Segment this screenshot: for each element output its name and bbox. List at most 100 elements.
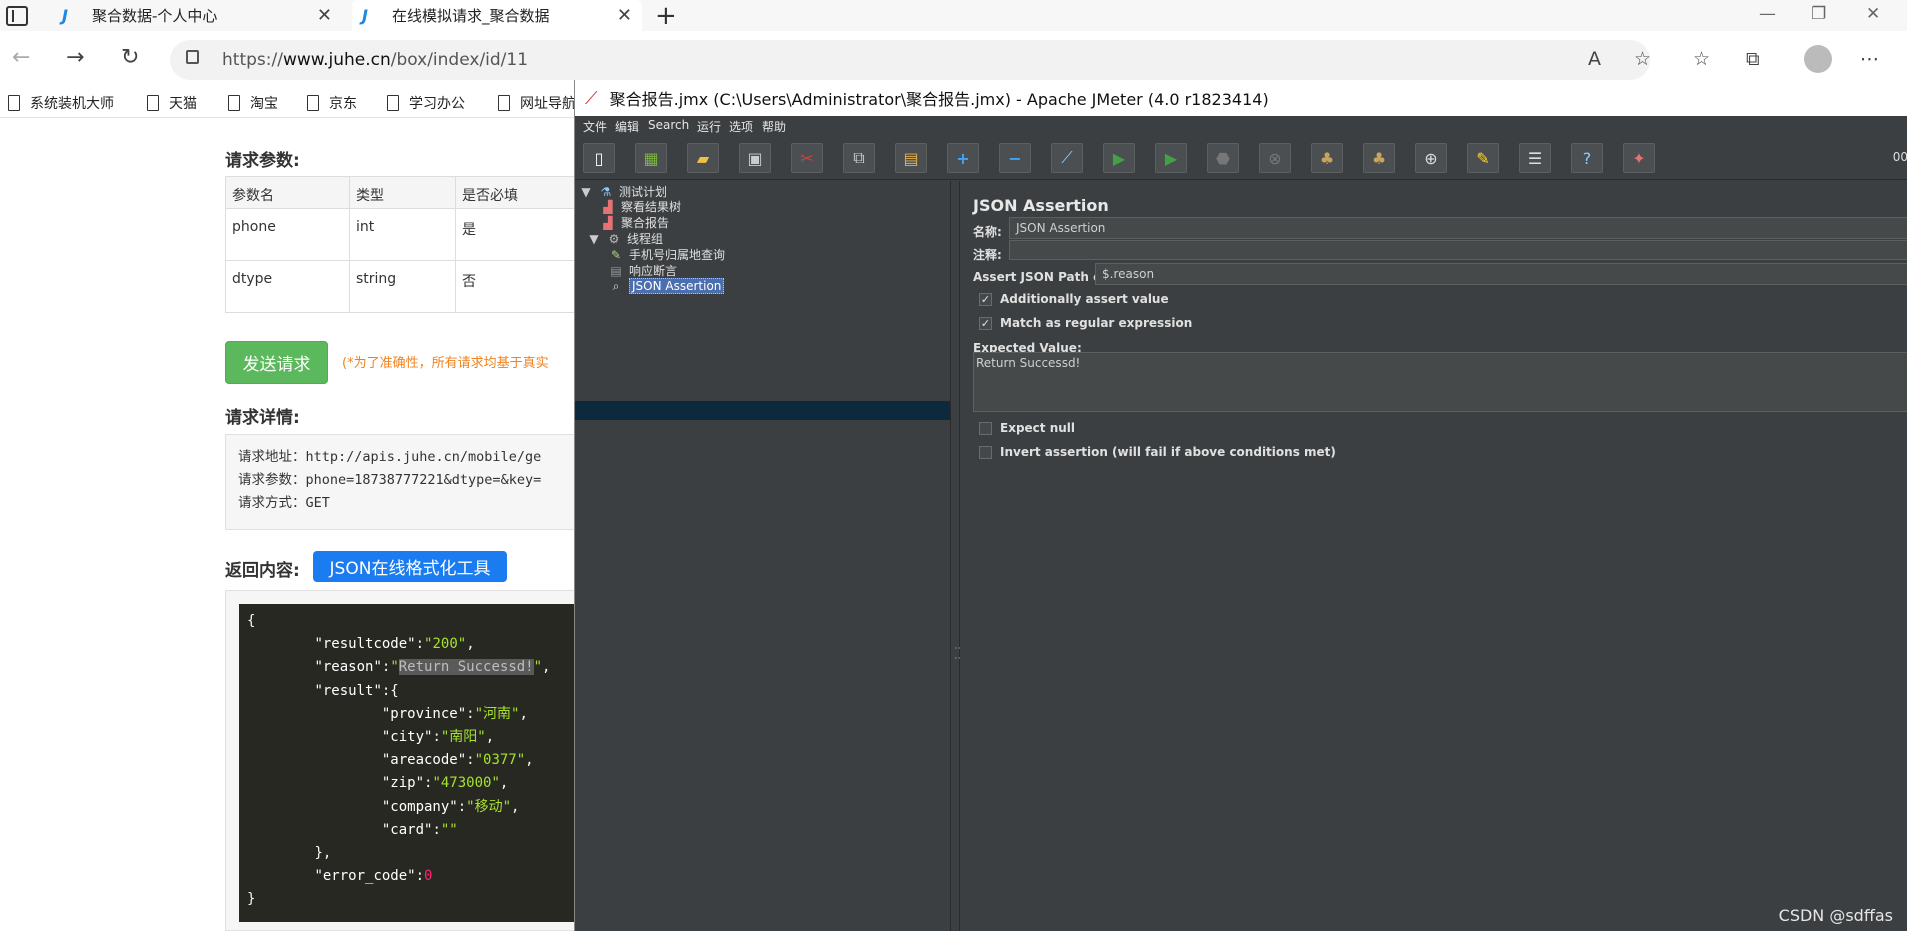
json-assertion-panel: JSON Assertion 名称: JSON Assertion 注释: As… (961, 181, 1907, 931)
jmeter-feather-icon: ⟋ (585, 87, 598, 109)
expect-null-checkbox[interactable]: Expect null (979, 421, 1075, 435)
stop-icon[interactable]: ⬣ (1207, 143, 1239, 173)
split-divider[interactable]: ⋮⋮ (950, 181, 964, 931)
favorite-item[interactable]: 淘宝 (228, 93, 278, 113)
tree-item-response-assertion[interactable]: ▤ 响应断言 (609, 262, 677, 279)
collapse-arrow-icon[interactable]: ▼ (579, 185, 593, 199)
jmeter-menu-bar: 文件 编辑 Search 运行 选项 帮助 (575, 116, 1907, 136)
open-icon[interactable]: ▰ (687, 143, 719, 173)
json-path-field[interactable]: $.reason (1095, 263, 1907, 285)
function-helper-icon[interactable]: ☰ (1519, 143, 1551, 173)
page-icon (307, 95, 319, 111)
comment-field[interactable] (1009, 240, 1907, 260)
close-tab-icon[interactable]: ✕ (617, 5, 632, 26)
tree-item-thread-group[interactable]: ▼ ⚙ 线程组 (587, 230, 663, 247)
start-no-pauses-icon[interactable]: ▶ (1155, 143, 1187, 173)
save-icon[interactable]: ▣ (739, 143, 771, 173)
favorite-add-icon[interactable]: ☆ (1634, 48, 1651, 70)
menu-options[interactable]: 选项 (729, 118, 753, 135)
lock-icon[interactable] (186, 50, 199, 64)
minimize-icon[interactable]: — (1759, 4, 1776, 24)
tree-item-aggregate-report[interactable]: ▟ 聚合报告 (601, 214, 669, 231)
tree-selection-highlight (575, 401, 950, 420)
tree-item-http-request[interactable]: ✎ 手机号归属地查询 (609, 246, 725, 263)
start-icon[interactable]: ▶ (1103, 143, 1135, 173)
gear-icon: ⚙ (608, 231, 620, 246)
detail-line: 请求地址：http://apis.juhe.cn/mobile/ge (238, 449, 542, 465)
collapse-arrow-icon[interactable]: ▼ (587, 232, 601, 246)
page-icon (498, 95, 510, 111)
menu-search[interactable]: Search (648, 118, 689, 132)
table-header-row: 参数名 类型 是否必填 (225, 176, 606, 209)
restore-icon[interactable]: ❐ (1811, 4, 1826, 24)
toggle-icon[interactable]: ⟋ (1051, 143, 1083, 173)
favorites-icon[interactable]: ☆ (1693, 48, 1710, 70)
tab-title: 在线模拟请求_聚合数据 (392, 7, 550, 25)
tab-actions-icon[interactable] (6, 6, 28, 26)
cut-icon[interactable]: ✂ (791, 143, 823, 173)
expected-value-textarea[interactable]: Return Successd! (973, 352, 1907, 412)
invert-assertion-checkbox[interactable]: Invert assertion (will fail if above con… (979, 445, 1336, 459)
clear-all-icon[interactable]: ♣ (1363, 143, 1395, 173)
match-regex-checkbox[interactable]: ✓ Match as regular expression (979, 316, 1192, 330)
table-row: phone int 是 (225, 208, 606, 261)
tree-item-view-results[interactable]: ▟ 察看结果树 (601, 198, 681, 215)
expand-icon[interactable]: + (947, 143, 979, 173)
chart-icon: ▟ (603, 199, 613, 214)
json-format-tool-button[interactable]: JSON在线格式化工具 (313, 551, 507, 582)
help-icon[interactable]: ? (1571, 143, 1603, 173)
additionally-assert-checkbox[interactable]: ✓ Additionally assert value (979, 292, 1169, 306)
read-aloud-icon[interactable]: A (1588, 48, 1601, 70)
table-cell: string (349, 260, 456, 313)
remote-icon[interactable]: ✦ (1623, 143, 1655, 173)
forward-icon[interactable]: → (66, 45, 84, 70)
templates-icon[interactable]: ▦ (635, 143, 667, 173)
table-header-cell: 类型 (349, 176, 456, 209)
browser-tab-1[interactable]: J 聚合数据-个人中心 ✕ (52, 0, 342, 31)
favorite-item[interactable]: 系统装机大师 (8, 93, 114, 113)
profile-avatar[interactable] (1804, 45, 1832, 73)
close-window-icon[interactable]: ✕ (1866, 4, 1880, 24)
search-icon[interactable]: ⊕ (1415, 143, 1447, 173)
page-icon (228, 95, 240, 111)
jmeter-title-bar: ⟋ 聚合报告.jmx (C:\Users\Administrator\聚合报告.… (575, 80, 1907, 116)
name-field[interactable]: JSON Assertion (1009, 217, 1907, 239)
table-cell: int (349, 208, 456, 261)
back-icon[interactable]: ← (12, 45, 30, 70)
tree-item-json-assertion[interactable]: ⌕ JSON Assertion (609, 278, 725, 294)
detail-line: 请求方式：GET (238, 495, 330, 511)
juhe-logo-icon: J (62, 6, 68, 25)
more-menu-icon[interactable]: ⋯ (1860, 48, 1879, 70)
doc-icon: ▤ (610, 263, 622, 278)
favorite-item[interactable]: 京东 (307, 93, 357, 113)
table-cell: dtype (225, 260, 350, 313)
new-icon[interactable]: ▯ (583, 143, 615, 173)
close-tab-icon[interactable]: ✕ (317, 5, 332, 26)
favorite-item[interactable]: 网址导航 (498, 93, 576, 113)
menu-file[interactable]: 文件 (583, 118, 607, 135)
clear-icon[interactable]: ♣ (1311, 143, 1343, 173)
collections-icon[interactable]: ⧉ (1746, 48, 1760, 70)
menu-run[interactable]: 运行 (697, 118, 721, 135)
send-request-button[interactable]: 发送请求 (225, 341, 328, 384)
paste-icon[interactable]: ▤ (895, 143, 927, 173)
juhe-logo-icon: J (362, 6, 368, 25)
new-tab-button[interactable]: + (655, 1, 677, 31)
jmeter-title: 聚合报告.jmx (C:\Users\Administrator\聚合报告.jm… (609, 90, 1269, 109)
table-row: dtype string 否 (225, 260, 606, 313)
favorite-item[interactable]: 天猫 (147, 93, 197, 113)
menu-help[interactable]: 帮助 (762, 118, 786, 135)
shutdown-icon[interactable]: ⊗ (1259, 143, 1291, 173)
browser-tab-2[interactable]: J 在线模拟请求_聚合数据 ✕ (352, 0, 642, 31)
favorite-item[interactable]: 学习办公 (387, 93, 465, 113)
menu-edit[interactable]: 编辑 (615, 118, 639, 135)
collapse-icon[interactable]: − (999, 143, 1031, 173)
detail-heading: 请求详情: (225, 408, 300, 428)
reset-search-icon[interactable]: ✎ (1467, 143, 1499, 173)
detail-line: 请求参数：phone=18738777221&dtype=&key= (238, 472, 542, 488)
browser-tab-bar: J 聚合数据-个人中心 ✕ J 在线模拟请求_聚合数据 ✕ + — ❐ ✕ (0, 0, 1907, 31)
json-response-code[interactable]: { "resultcode":"200", "reason":"Return S… (239, 604, 619, 922)
url-input[interactable]: https://www.juhe.cn/box/index/id/11 (170, 40, 1650, 80)
copy-icon[interactable]: ⧉ (843, 143, 875, 173)
refresh-icon[interactable]: ↻ (121, 45, 139, 70)
